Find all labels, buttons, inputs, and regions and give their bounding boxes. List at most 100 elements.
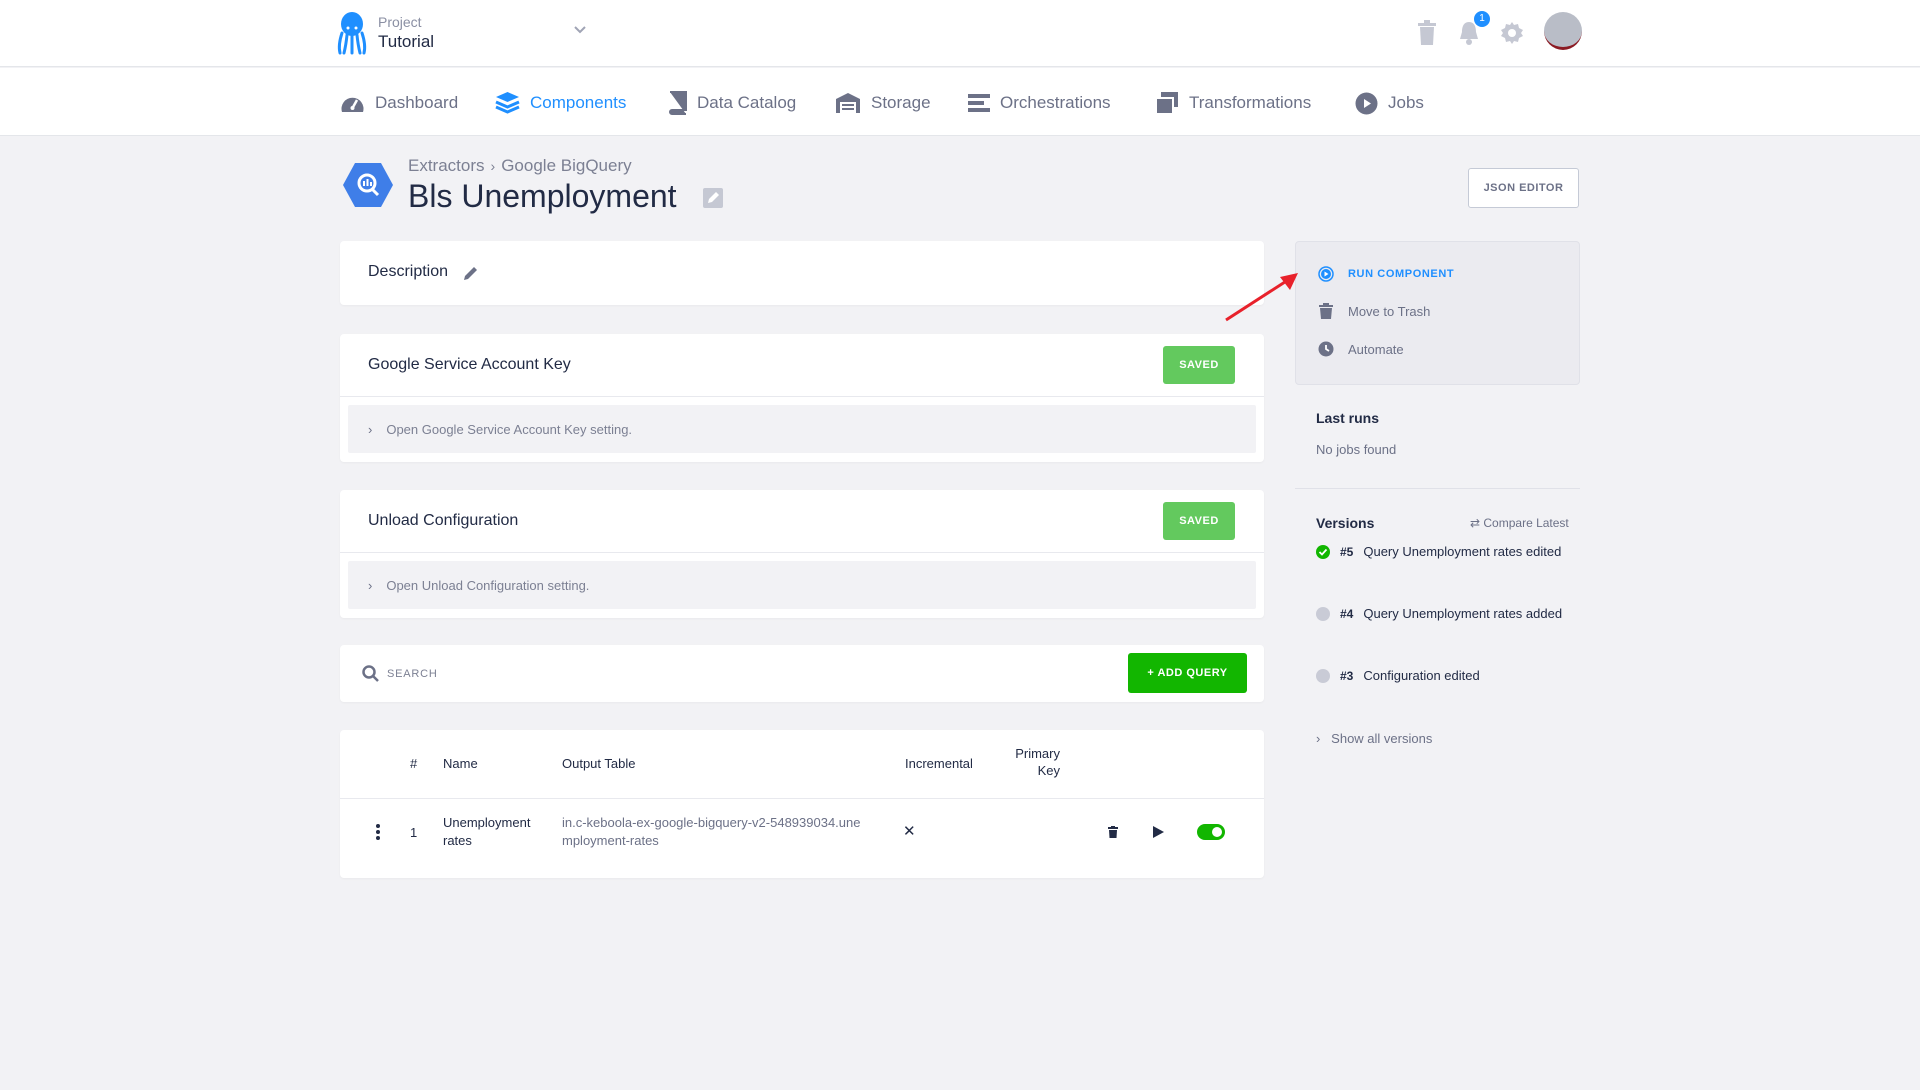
nav-label: Jobs — [1388, 93, 1424, 112]
open-service-key-setting[interactable]: › Open Google Service Account Key settin… — [348, 405, 1256, 453]
version-item[interactable]: #4 Query Unemployment rates added — [1316, 606, 1562, 621]
breadcrumb-extractors[interactable]: Extractors — [408, 156, 485, 175]
enabled-toggle[interactable] — [1197, 824, 1225, 840]
card-title: Google Service Account Key — [368, 356, 571, 373]
play-circle-icon — [1355, 92, 1378, 114]
card-title: Unload Configuration — [368, 512, 519, 529]
toggle-knob — [1212, 827, 1222, 837]
saved-status-button[interactable]: SAVED — [1163, 502, 1235, 540]
version-dot-icon — [1316, 606, 1330, 621]
nav-transformations[interactable]: Transformations — [1155, 90, 1311, 116]
gear-icon[interactable] — [1500, 21, 1524, 45]
run-component-label: RUN COMPONENT — [1348, 268, 1455, 280]
search-card: + ADD QUERY — [340, 645, 1264, 702]
main-navigation: Dashboard Components Data Catalog Storag… — [0, 68, 1920, 136]
notification-badge: 1 — [1474, 11, 1490, 27]
description-label: Description — [368, 263, 449, 280]
layers-icon — [495, 92, 520, 114]
project-label: Project — [378, 14, 422, 30]
move-to-trash-button[interactable]: Move to Trash — [1318, 303, 1430, 319]
breadcrumb-separator: › — [490, 158, 496, 174]
row-menu-icon[interactable] — [375, 824, 381, 840]
nav-storage[interactable]: Storage — [835, 90, 931, 116]
version-number: #5 — [1340, 544, 1354, 559]
divider — [340, 396, 1264, 397]
versions-title: Versions — [1316, 515, 1375, 531]
nav-dashboard[interactable]: Dashboard — [340, 90, 458, 116]
run-query-icon[interactable] — [1153, 826, 1164, 838]
unload-configuration-card: Unload Configuration SAVED › Open Unload… — [340, 490, 1264, 618]
nav-jobs[interactable]: Jobs — [1355, 90, 1424, 116]
version-dot-icon — [1316, 668, 1330, 683]
show-all-versions-link[interactable]: › Show all versions — [1316, 731, 1432, 746]
pk-line2: Key — [1037, 763, 1060, 778]
add-query-label: ADD QUERY — [1157, 667, 1228, 679]
service-account-card: Google Service Account Key SAVED › Open … — [340, 334, 1264, 462]
search-icon — [362, 665, 379, 682]
nav-data-catalog[interactable]: Data Catalog — [667, 90, 796, 116]
queries-table: # Name Output Table Incremental Primary … — [340, 730, 1264, 878]
add-query-button[interactable]: + ADD QUERY — [1128, 653, 1247, 693]
version-number: #3 — [1340, 668, 1354, 683]
keboola-logo-icon — [337, 12, 367, 55]
row-num: 1 — [410, 825, 418, 840]
trash-icon — [1319, 303, 1333, 319]
nav-label: Dashboard — [375, 93, 459, 112]
open-setting-label: Open Google Service Account Key setting. — [386, 421, 633, 437]
warehouse-icon — [836, 93, 860, 113]
incremental-no-icon: ✕ — [903, 823, 916, 840]
chevron-down-icon[interactable] — [573, 25, 587, 35]
automate-label: Automate — [1348, 341, 1404, 357]
version-item[interactable]: #3 Configuration edited — [1316, 668, 1480, 683]
saved-status-button[interactable]: SAVED — [1163, 346, 1235, 384]
row-name-line2: rates — [443, 833, 472, 848]
version-text: Configuration edited — [1363, 668, 1480, 683]
row-output-table-link[interactable]: in.c-keboola-ex-google-bigquery-v2-54893… — [562, 814, 860, 850]
last-runs-empty: No jobs found — [1316, 442, 1397, 457]
avatar[interactable] — [1544, 12, 1582, 50]
row-output-line1: in.c-keboola-ex-google-bigquery-v2-54893… — [562, 815, 861, 830]
pk-line1: Primary — [1015, 746, 1060, 761]
open-setting-label: Open Unload Configuration setting. — [386, 577, 590, 593]
col-header-output: Output Table — [562, 756, 636, 771]
nav-label: Transformations — [1189, 93, 1312, 112]
chevron-right-icon: › — [1316, 731, 1332, 746]
compare-latest-link[interactable]: ⇄ Compare Latest — [1470, 516, 1569, 530]
bars-icon — [968, 94, 990, 112]
nav-components[interactable]: Components — [495, 90, 626, 116]
plus-icon: + — [1147, 667, 1158, 679]
row-name[interactable]: Unemployment rates — [443, 814, 530, 850]
project-name: Tutorial — [378, 32, 435, 51]
version-item[interactable]: #5 Query Unemployment rates edited — [1316, 544, 1561, 559]
automate-button[interactable]: Automate — [1318, 341, 1404, 357]
nav-label: Orchestrations — [1000, 93, 1111, 112]
pencil-icon[interactable] — [463, 265, 479, 281]
breadcrumb-google-bigquery[interactable]: Google BigQuery — [501, 156, 631, 175]
search-input[interactable] — [387, 659, 1037, 689]
project-selector[interactable]: Project Tutorial — [336, 11, 434, 55]
divider — [340, 552, 1264, 553]
compare-latest-label: Compare Latest — [1483, 516, 1569, 530]
open-unload-setting[interactable]: › Open Unload Configuration setting. — [348, 561, 1256, 609]
row-output-line2: mployment-rates — [562, 833, 659, 848]
description-card: Description — [340, 241, 1264, 305]
col-header-incremental: Incremental — [905, 756, 973, 771]
edit-title-icon[interactable] — [703, 188, 723, 208]
divider — [1295, 488, 1580, 489]
play-circle-icon — [1318, 266, 1334, 282]
delete-row-icon[interactable] — [1108, 826, 1118, 838]
nav-orchestrations[interactable]: Orchestrations — [968, 90, 1111, 116]
divider — [340, 798, 1264, 799]
version-text: Query Unemployment rates edited — [1363, 544, 1562, 559]
col-header-name: Name — [443, 756, 478, 771]
trash-icon[interactable] — [1417, 20, 1437, 46]
run-component-button[interactable]: RUN COMPONENT — [1318, 266, 1454, 282]
move-to-trash-label: Move to Trash — [1348, 303, 1431, 319]
chevron-right-icon: › — [368, 421, 373, 437]
col-header-num: # — [410, 756, 418, 771]
google-bigquery-icon — [343, 163, 393, 207]
dashboard-icon — [341, 97, 364, 112]
json-editor-button[interactable]: JSON EDITOR — [1468, 168, 1579, 208]
nav-label: Components — [530, 93, 627, 112]
page-title: Bls Unemployment — [408, 178, 677, 214]
